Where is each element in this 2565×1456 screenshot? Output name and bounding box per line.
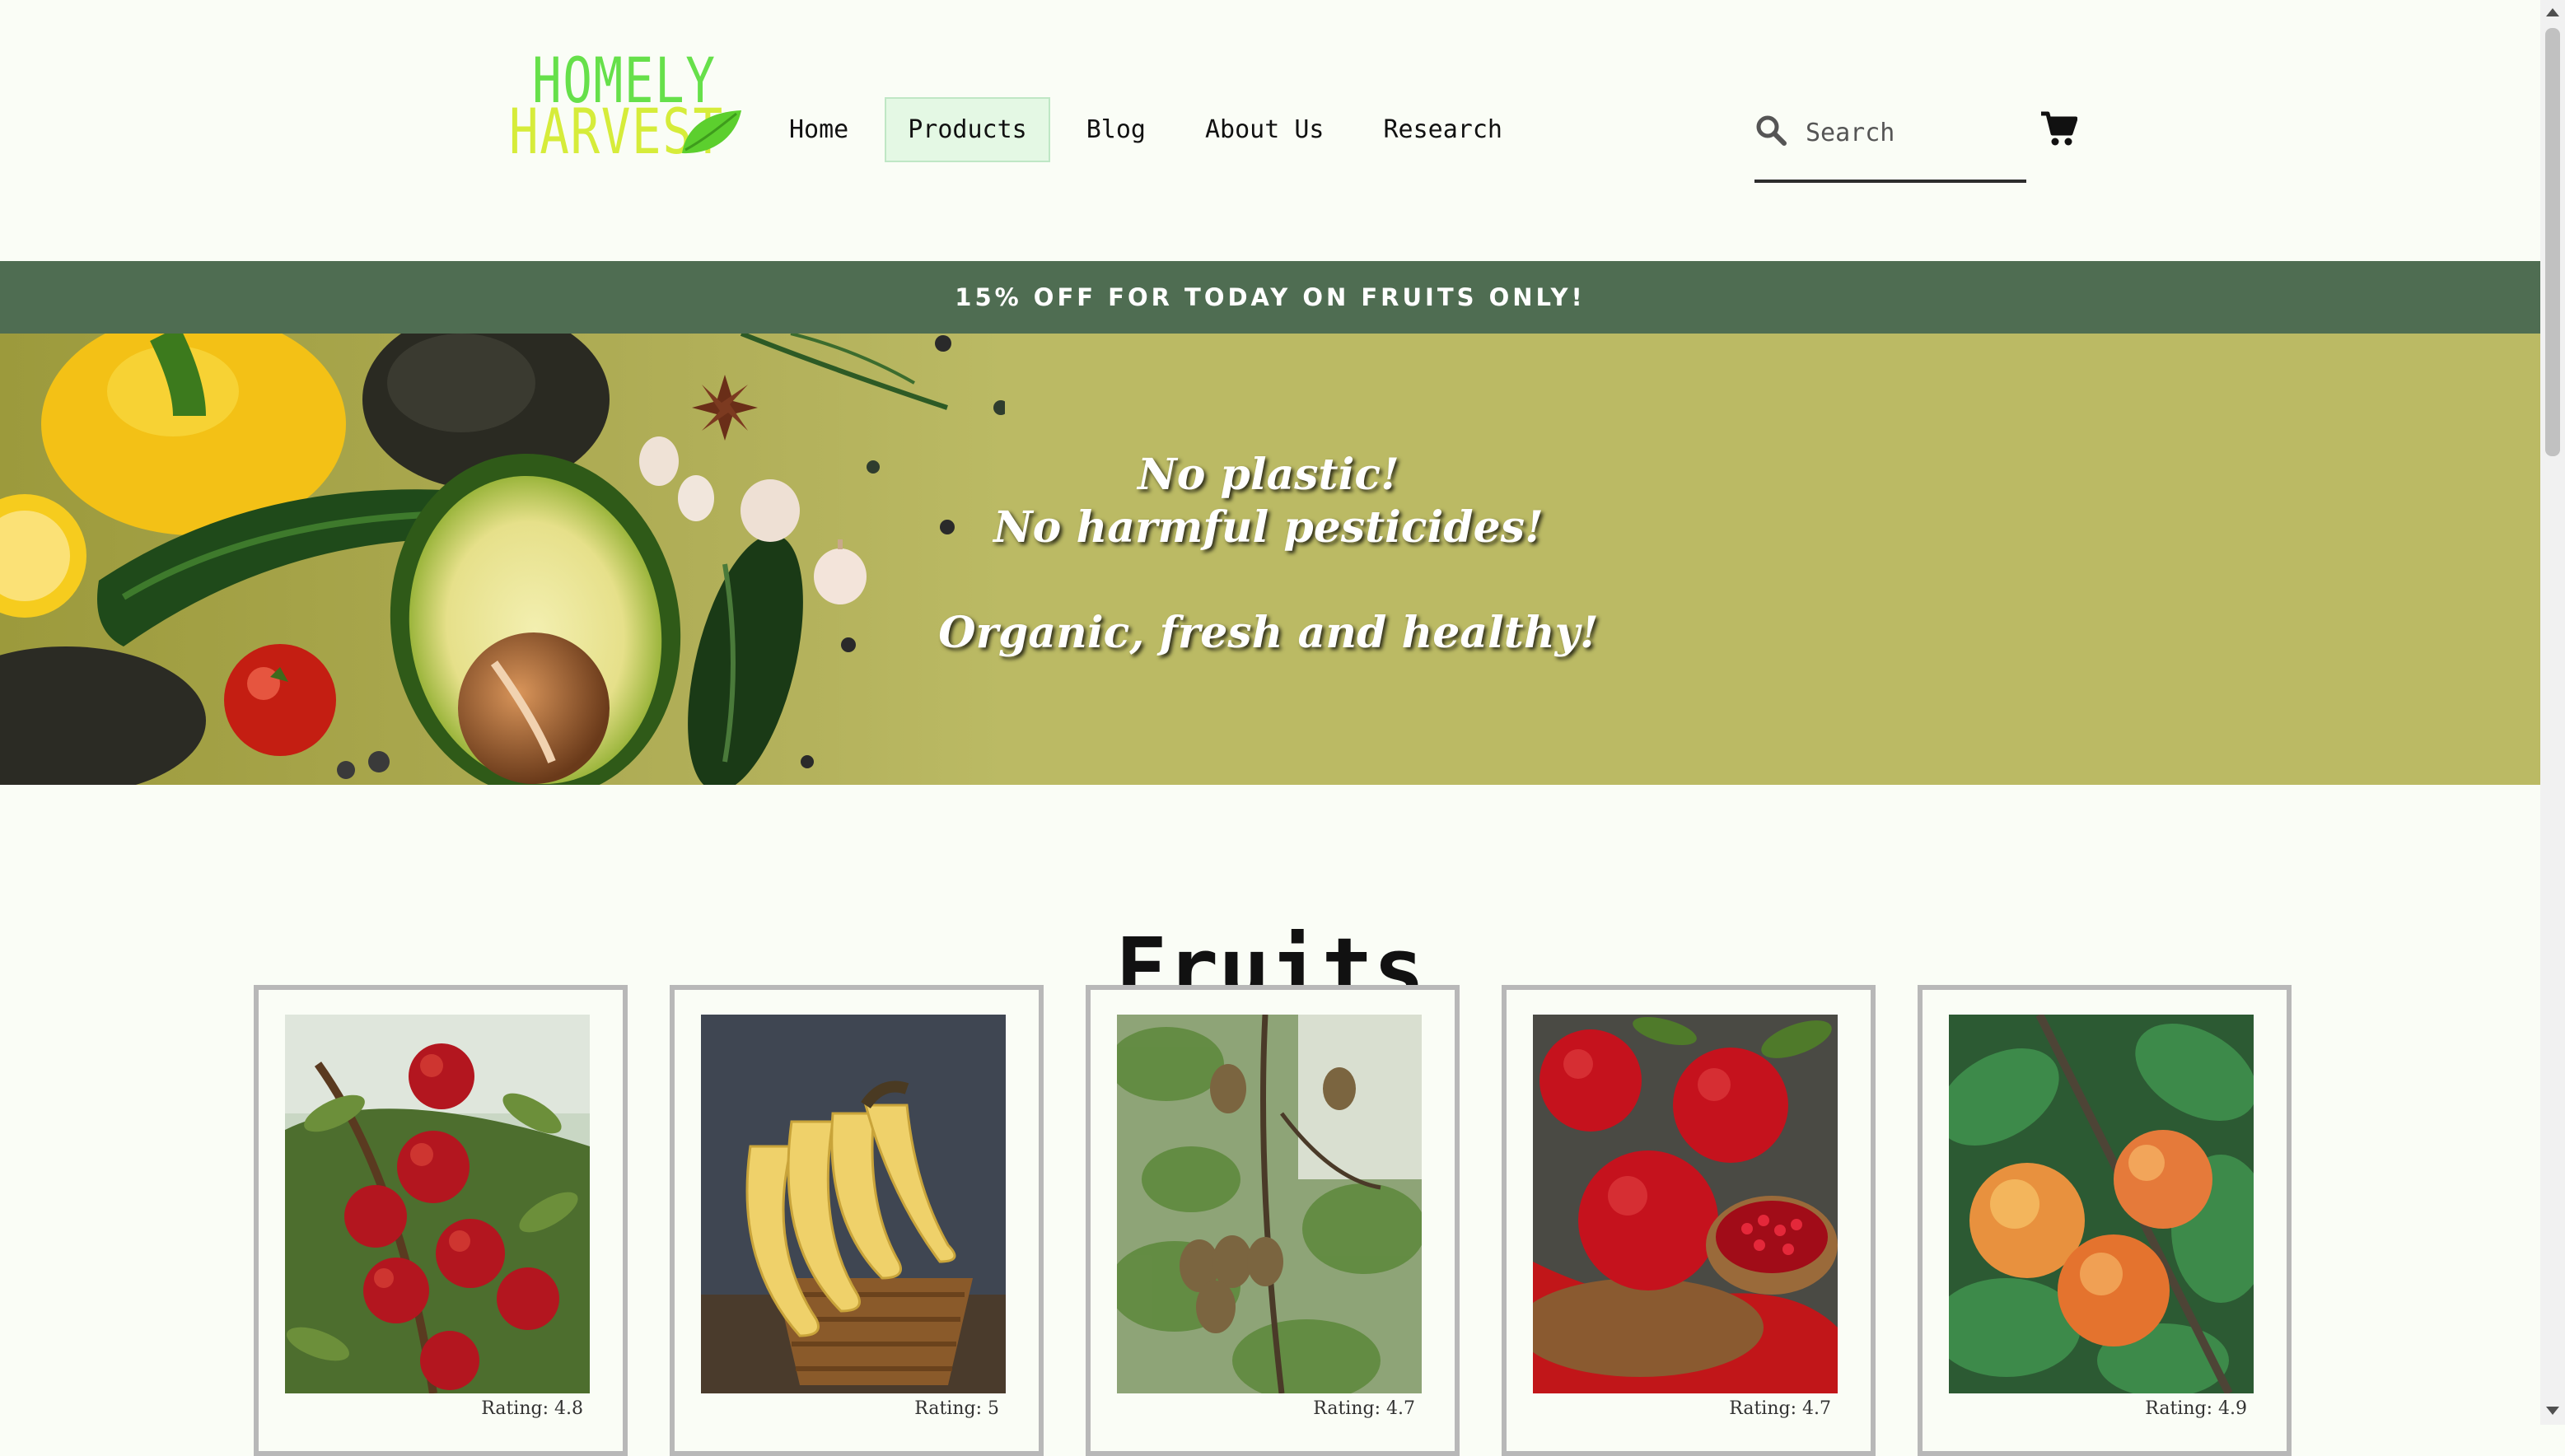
nav-products[interactable]: Products xyxy=(885,97,1050,162)
scroll-down-arrow-icon[interactable] xyxy=(2546,1407,2559,1415)
product-card[interactable]: Rating: 4.7 xyxy=(1502,985,1876,1456)
product-card[interactable]: Rating: 4.8 xyxy=(254,985,628,1456)
leaf-icon xyxy=(682,110,741,154)
hero-line-3: Organic, fresh and healthy! xyxy=(938,608,1599,658)
nav-home[interactable]: Home xyxy=(766,97,871,162)
apples-photo xyxy=(285,1015,590,1393)
hero-banner: No plastic! No harmful pesticides! Organ… xyxy=(0,334,2540,785)
nav-about-us[interactable]: About Us xyxy=(1182,97,1348,162)
search-icon[interactable] xyxy=(1754,114,1787,147)
product-rating: Rating: 4.9 xyxy=(2145,1398,2247,1419)
hero-line-2: No harmful pesticides! xyxy=(993,502,1544,553)
promo-text: 15% OFF FOR TODAY ON FRUITS ONLY! xyxy=(955,283,1586,311)
cart-icon[interactable] xyxy=(2039,110,2077,147)
product-rating: Rating: 4.7 xyxy=(1313,1398,1415,1419)
nav-research[interactable]: Research xyxy=(1361,97,1526,162)
hero-line-1: No plastic! xyxy=(1138,450,1399,500)
site-header: HOMELY HARVEST Home Products Blog About … xyxy=(0,0,2540,261)
scrollbar-thumb[interactable] xyxy=(2545,28,2560,456)
kiwi-photo xyxy=(1117,1015,1422,1393)
vegetables-illustration xyxy=(0,334,1005,785)
product-card[interactable]: Rating: 5 xyxy=(670,985,1044,1456)
product-card[interactable]: Rating: 4.9 xyxy=(1918,985,2292,1456)
hero-tagline: No plastic! No harmful pesticides! Organ… xyxy=(865,449,1672,660)
hero-gap xyxy=(865,554,1672,607)
product-rating: Rating: 4.7 xyxy=(1729,1398,1831,1419)
promo-banner: 15% OFF FOR TODAY ON FRUITS ONLY! xyxy=(0,261,2540,334)
product-rating: Rating: 5 xyxy=(914,1398,999,1419)
scroll-up-arrow-icon[interactable] xyxy=(2546,8,2559,16)
product-rating: Rating: 4.8 xyxy=(481,1398,583,1419)
nav-blog[interactable]: Blog xyxy=(1063,97,1169,162)
bananas-photo xyxy=(701,1015,1006,1393)
vertical-scrollbar[interactable] xyxy=(2540,0,2565,1425)
product-grid: Rating: 4.8 Rating: 5 Rating: 4.7 Rating… xyxy=(254,985,2292,1456)
product-card[interactable]: Rating: 4.7 xyxy=(1086,985,1460,1456)
search-input[interactable] xyxy=(1804,114,2021,152)
apricots-photo xyxy=(1949,1015,2254,1393)
pomegranate-photo xyxy=(1533,1015,1838,1393)
homely-harvest-logo[interactable]: HOMELY HARVEST xyxy=(504,43,743,166)
main-nav: Home Products Blog About Us Research xyxy=(766,97,1539,162)
search-box xyxy=(1754,107,2026,183)
